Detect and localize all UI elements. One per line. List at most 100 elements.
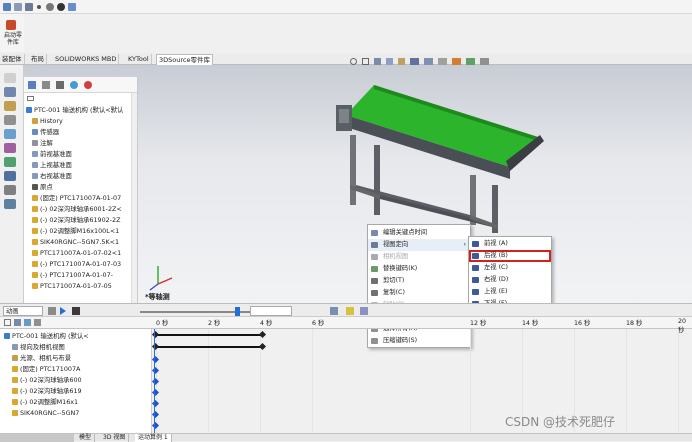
context-menu-item[interactable]: 剪切(T)	[368, 275, 470, 287]
motion-tree-item[interactable]: (-) 02深沟球轴承600	[12, 375, 82, 386]
tree-root[interactable]: PTC-001 输送机构 (默认<默认	[26, 105, 123, 116]
zoom-fit-icon[interactable]	[350, 58, 357, 65]
view-palette-icon[interactable]	[4, 129, 16, 139]
view-option-item[interactable]: 左视 (C)	[469, 262, 551, 274]
toolbox-launcher[interactable]: 启动零 件库	[0, 14, 24, 52]
tree-item[interactable]: 右视基准面	[32, 171, 72, 182]
filter-icon[interactable]	[4, 319, 11, 326]
tree-item[interactable]: 传感器	[32, 127, 59, 138]
forum-icon[interactable]	[4, 171, 16, 181]
view-option-item[interactable]: 后视 (B)	[469, 250, 551, 262]
design-library-icon[interactable]	[4, 101, 16, 111]
motion-tree-item[interactable]: (-) 02深沟球轴承619	[12, 386, 82, 397]
display-manager-tab-icon[interactable]	[84, 81, 92, 89]
motion-tree-item[interactable]: 光源、相机与布景	[12, 353, 71, 364]
context-menu-item[interactable]: 复制(C)	[368, 287, 470, 299]
filter-icon[interactable]	[27, 96, 34, 101]
view-option-item[interactable]: 上视 (E)	[469, 286, 551, 298]
tree-item[interactable]: 原点	[32, 182, 53, 193]
display-style-icon[interactable]	[424, 58, 433, 65]
apply-scene-icon[interactable]	[466, 58, 475, 65]
component-icon	[32, 206, 38, 212]
filter-animated-icon[interactable]	[14, 319, 21, 326]
file-explorer-icon[interactable]	[4, 115, 16, 125]
motion-tree-item[interactable]: (-) 02调整脚M16x1	[12, 397, 78, 408]
tab-3dsource[interactable]: 3DSource零件库	[156, 54, 213, 65]
view-cube-icon	[472, 241, 479, 247]
dimxpert-tab-icon[interactable]	[70, 81, 78, 89]
appearances-icon[interactable]	[4, 143, 16, 153]
tree-item[interactable]: 前视基准面	[32, 149, 72, 160]
speaker-icon[interactable]	[68, 3, 76, 11]
playback-slider[interactable]	[140, 311, 260, 313]
edit-appearance-icon[interactable]	[452, 58, 461, 65]
tree-item[interactable]: (-) PTC171007A-01-07-	[32, 270, 113, 281]
study-type-select[interactable]: 动画	[3, 306, 43, 316]
context-menu-item[interactable]: 替换键码(K)	[368, 263, 470, 275]
view-option-item[interactable]: 右视 (D)	[469, 274, 551, 286]
custom-properties-icon[interactable]	[4, 157, 16, 167]
sketch-icon[interactable]	[3, 3, 11, 11]
stop-icon[interactable]	[72, 307, 80, 315]
tab-layout[interactable]: 布局	[29, 54, 47, 65]
resources-icon[interactable]	[4, 87, 16, 97]
notes-icon[interactable]	[4, 185, 16, 195]
filter-selected-icon[interactable]	[34, 319, 41, 326]
motion-tree-item[interactable]: PTC-001 输送机构 (默认<	[4, 331, 89, 342]
filter-driving-icon[interactable]	[24, 319, 31, 326]
tab-kytool[interactable]: KYTool	[126, 54, 152, 65]
previous-view-icon[interactable]	[374, 58, 381, 65]
tree-item[interactable]: (-) PTC171007A-01-07-03	[32, 259, 121, 270]
tree-item[interactable]: (-) 02深沟球轴承61902-2Z	[32, 215, 121, 226]
hide-show-icon[interactable]	[438, 58, 447, 65]
conveyor-model[interactable]	[330, 75, 550, 235]
tree-scrollbar[interactable]	[131, 93, 137, 305]
home-icon[interactable]	[4, 73, 16, 83]
playback-slider-thumb[interactable]	[235, 307, 240, 316]
context-menu-item[interactable]: 视图定向 ›	[368, 239, 470, 251]
dot-icon[interactable]	[37, 5, 41, 9]
component-icon	[32, 184, 38, 190]
dynamic-annotation-icon[interactable]	[398, 58, 405, 65]
property-manager-tab-icon[interactable]	[42, 81, 50, 89]
view-option-item[interactable]: 前视 (A)	[469, 238, 551, 250]
feature-manager-tab-icon[interactable]	[28, 81, 36, 89]
timeline-grid-line	[208, 329, 209, 433]
menu-item-icon	[371, 338, 378, 344]
view-orientation-icon[interactable]	[410, 58, 419, 65]
timeline-playhead[interactable]	[154, 329, 155, 433]
motion-tree-item[interactable]: (固定) PTC171007A	[12, 364, 80, 375]
view-settings-icon[interactable]	[480, 58, 489, 65]
tab-assembly[interactable]: 装配体	[0, 54, 25, 65]
section-view-icon[interactable]	[386, 58, 393, 65]
play-icon[interactable]	[60, 307, 66, 315]
3dsource-icon[interactable]	[4, 199, 16, 209]
tree-item[interactable]: (-) 02调整脚M16x100L<1	[32, 226, 119, 237]
tree-item[interactable]: PTC171007A-01-07-05	[32, 281, 112, 292]
menu-item-label: 压缩键码(S)	[383, 337, 418, 344]
tree-item[interactable]: 注解	[32, 138, 53, 149]
motion-tree-item[interactable]: SIK40RGNC--5GN7	[12, 408, 79, 419]
line-icon[interactable]	[14, 3, 22, 11]
tree-item[interactable]: 上视基准面	[32, 160, 72, 171]
calculate-icon[interactable]	[48, 307, 56, 315]
record-icon[interactable]	[57, 3, 65, 11]
motor-icon[interactable]	[360, 307, 368, 315]
tree-item[interactable]: (固定) PTC171007A-01-07	[32, 193, 121, 204]
configuration-manager-tab-icon[interactable]	[56, 81, 64, 89]
timeline-ruler[interactable]: 0 秒 2 秒 4 秒 6 秒 12 秒 14 秒 16 秒 18 秒 20 秒	[152, 317, 692, 334]
tree-item[interactable]: PTC171007A-01-07-02<1	[32, 248, 121, 259]
tree-item[interactable]: SIK40RGNC--5GN7.5K<1	[32, 237, 119, 248]
gear-icon[interactable]	[46, 3, 54, 11]
context-menu-item[interactable]: 编辑关键点时间	[368, 227, 470, 239]
arrow-icon[interactable]	[25, 3, 33, 11]
context-menu-item[interactable]: 压缩键码(S)	[368, 335, 470, 347]
autokey-icon[interactable]	[330, 307, 338, 315]
motion-tree-item[interactable]: 视向及相机视图	[12, 342, 65, 353]
add-key-icon[interactable]	[346, 307, 354, 315]
zoom-area-icon[interactable]	[362, 58, 369, 65]
tree-item[interactable]: (-) 02深沟球轴承6001-2Z<	[32, 204, 122, 215]
playback-speed-select[interactable]	[250, 306, 292, 316]
tab-mbd[interactable]: SOLIDWORKS MBD	[53, 54, 120, 65]
tree-item[interactable]: History	[32, 116, 63, 127]
